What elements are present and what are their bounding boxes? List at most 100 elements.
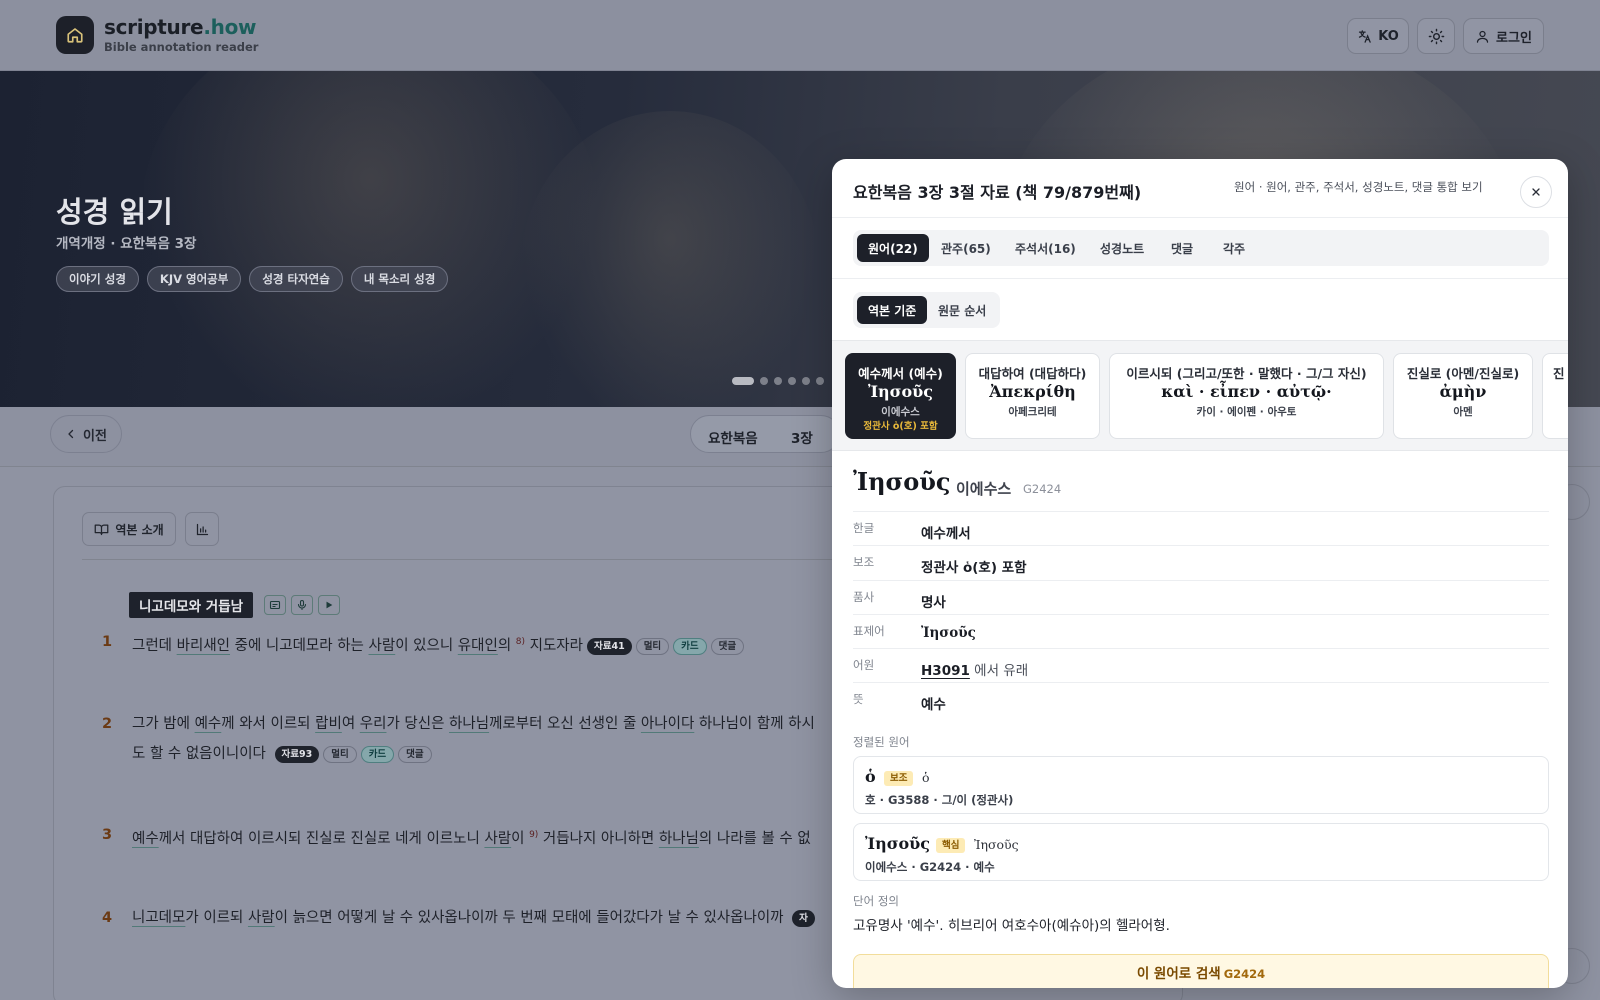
verse-text-segment: 이: [511, 831, 530, 847]
annotated-word[interactable]: 사람: [369, 638, 396, 654]
annotated-word[interactable]: 우리: [360, 716, 387, 732]
record-voice-button[interactable]: [291, 595, 313, 615]
theme-toggle-button[interactable]: [1417, 18, 1455, 54]
verse-text: 그런데 바리새인 중에 니고데모라 하는 사람이 있으니 유대인의 8) 지도자…: [132, 627, 745, 661]
footnote-marker[interactable]: 9): [529, 830, 538, 840]
annotated-word[interactable]: 랍비: [315, 716, 342, 732]
search-by-word-button[interactable]: 이 원어로 검색 G2424: [853, 954, 1549, 988]
detail-row: 표제어 Ἰησοῦς: [853, 614, 1549, 648]
verse-text-segment: 거듭나지 아니하면: [538, 831, 659, 847]
login-label: 로그인: [1496, 30, 1532, 46]
chapter-name[interactable]: 3장: [791, 427, 813, 447]
detail-row: 품사 명사: [853, 580, 1549, 614]
verse-badge[interactable]: 자료93: [274, 746, 320, 763]
subtitle-button[interactable]: [264, 595, 286, 615]
language-button[interactable]: KO: [1347, 18, 1409, 54]
word-card-korean: 대답하여 (대답하다): [978, 366, 1087, 381]
tab-footnotes[interactable]: 각주: [1212, 234, 1256, 262]
verse-text-segment: 께로부터 오신 선생인 줄: [489, 716, 641, 732]
login-button[interactable]: 로그인: [1463, 18, 1544, 54]
chip-story-bible[interactable]: 이야기 성경: [56, 266, 139, 292]
detail-key: 품사: [853, 590, 875, 604]
carousel-dots: [732, 377, 824, 385]
annotated-word[interactable]: 예수: [195, 716, 222, 732]
word-card-greek: Ἰησοῦς: [867, 382, 933, 401]
home-icon: [67, 28, 83, 43]
chip-my-voice-bible[interactable]: 내 목소리 성경: [350, 266, 449, 292]
etymology-link[interactable]: H3091: [921, 663, 970, 679]
order-translation-button[interactable]: 역본 기준: [857, 296, 928, 324]
chip-kjv-english[interactable]: KJV 영어공부: [146, 266, 242, 292]
word-card[interactable]: 진실로 (아멘/진실로) ἀμὴν 아멘: [1393, 353, 1533, 439]
word-card[interactable]: 이르시되 (그리고/또한 · 말했다 · 그/그 자신) καὶ · εἶπεν…: [1109, 353, 1384, 439]
word-card-pronunciation: 아페크리테: [1008, 406, 1057, 418]
verse-badge[interactable]: 자료41: [586, 638, 632, 655]
word-card-korean: 예수께서 (예수): [858, 366, 943, 381]
carousel-dot[interactable]: [732, 377, 754, 385]
word-card[interactable]: 예수께서 (예수) Ἰησοῦς 이에수스 정관사 ὁ(호) 포함: [845, 353, 956, 439]
carousel-dot[interactable]: [816, 377, 824, 385]
verse-badge[interactable]: 카드: [673, 638, 707, 655]
footnote-marker[interactable]: 8): [516, 637, 525, 647]
search-by-word-label: 이 원어로 검색: [1136, 966, 1221, 982]
annotated-word[interactable]: 바리새인: [177, 638, 230, 654]
play-icon: [326, 601, 333, 609]
chip-typing-practice[interactable]: 성경 타자연습: [249, 266, 343, 292]
home-button[interactable]: [56, 16, 94, 54]
tab-original-language[interactable]: 원어(22): [857, 234, 929, 262]
tab-comments[interactable]: 댓글: [1160, 234, 1204, 262]
aligned-word[interactable]: Ἰησοῦς 핵심 Ἰησοῦς 이에수스 · G2424 · 예수: [853, 823, 1549, 881]
verse-number: 1: [102, 634, 113, 650]
verse-text-segment: 가 이르되: [185, 910, 248, 926]
verse-text-segment: 가 당신은: [386, 716, 450, 732]
tab-cross-references[interactable]: 관주(65): [930, 234, 1002, 262]
carousel-dot[interactable]: [802, 377, 810, 385]
divider: [832, 217, 1568, 218]
annotated-word[interactable]: 하나님: [449, 716, 489, 732]
annotated-word[interactable]: 하나님: [659, 831, 699, 847]
aligned-section-label: 정렬된 원어: [853, 735, 910, 749]
detail-row: 보조 정관사 ὁ(호) 포함: [853, 545, 1549, 579]
tab-bible-notes[interactable]: 성경노트: [1089, 234, 1155, 262]
brand-name[interactable]: scripture.how: [104, 15, 256, 39]
verse-badge[interactable]: 댓글: [398, 746, 432, 763]
word-card[interactable]: 진: [1542, 353, 1568, 439]
word-order-toggle: 역본 기준 원문 순서: [853, 292, 1000, 328]
verse-badge[interactable]: 멀티: [635, 638, 670, 655]
detail-value: 예수께서: [921, 526, 971, 542]
annotated-word[interactable]: 사람: [484, 831, 511, 847]
annotated-word[interactable]: 아나이다: [641, 716, 694, 732]
close-button[interactable]: [1520, 176, 1552, 208]
aligned-word[interactable]: ὁ 보조 ὁ 호 · G3588 · 그/이 (정관사): [853, 756, 1549, 814]
word-card-korean: 진: [1553, 366, 1565, 381]
book-chapter-selector[interactable]: 요한복음 3장: [690, 415, 840, 453]
play-audio-button[interactable]: [318, 595, 340, 615]
book-name[interactable]: 요한복음: [708, 427, 758, 447]
verse-badge[interactable]: 댓글: [710, 638, 745, 655]
version-intro-label: 역본 소개: [115, 522, 164, 537]
word-card-pronunciation: 아멘: [1453, 406, 1473, 418]
etymology-text: 에서 유래: [969, 663, 1029, 679]
carousel-dot[interactable]: [774, 377, 782, 385]
version-intro-button[interactable]: 역본 소개: [82, 512, 176, 546]
annotated-word[interactable]: 니고데모: [132, 910, 185, 926]
annotated-word[interactable]: 예수: [132, 831, 159, 847]
stats-button[interactable]: [185, 512, 219, 546]
detail-row: 어원 H3091 에서 유래: [853, 648, 1549, 682]
definition-label: 단어 정의: [853, 894, 899, 908]
verse-badge[interactable]: 자: [792, 910, 815, 927]
word-card[interactable]: 대답하여 (대답하다) Ἀπεκρίθη 아페크리테: [965, 353, 1100, 439]
prev-chapter-button[interactable]: 이전: [50, 415, 122, 453]
order-original-button[interactable]: 원문 순서: [927, 296, 997, 324]
verse-text-segment: 이 있으니: [395, 638, 458, 654]
annotated-word[interactable]: 유대인: [458, 638, 498, 654]
carousel-dot[interactable]: [788, 377, 796, 385]
annotated-word[interactable]: 사람: [248, 910, 275, 926]
verse-badge[interactable]: 멀티: [323, 746, 357, 763]
detail-greek-word: Ἰησοῦς: [853, 467, 951, 496]
carousel-dot[interactable]: [760, 377, 768, 385]
detail-row: 뜻 예수: [853, 682, 1549, 716]
verse-number: 3: [102, 827, 113, 843]
tab-commentaries[interactable]: 주석서(16): [1004, 234, 1087, 262]
verse-badge[interactable]: 카드: [360, 746, 395, 763]
